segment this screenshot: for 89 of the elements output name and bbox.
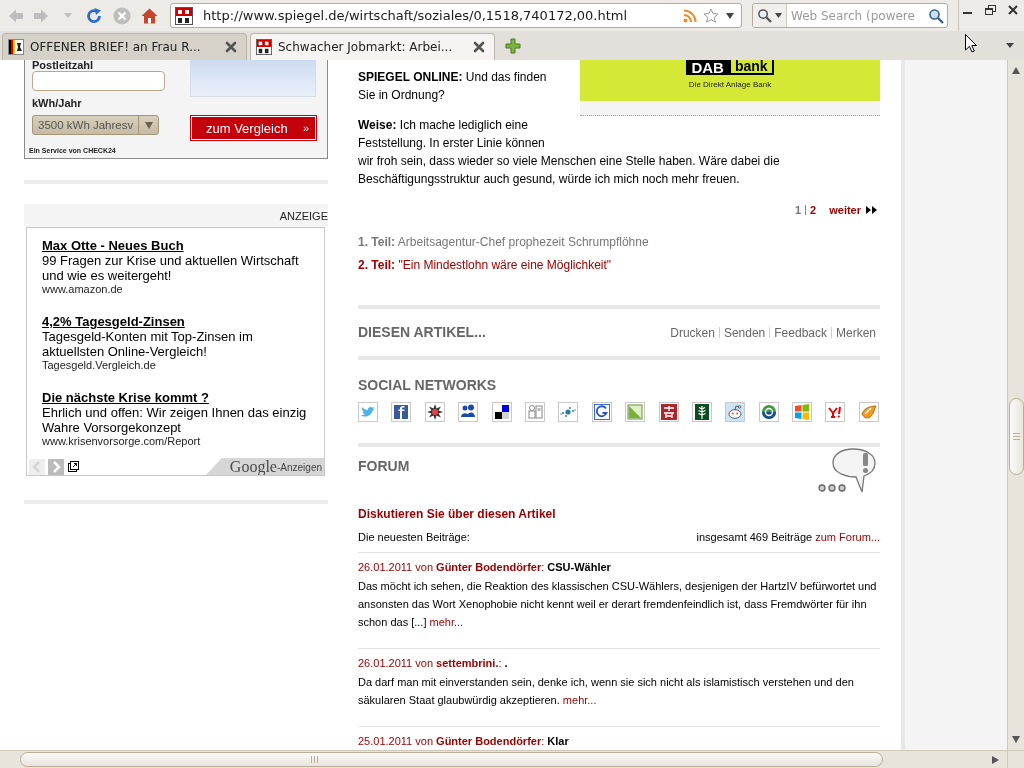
leaf-icon[interactable] [691,402,712,422]
forum-link[interactable]: zum Forum... [815,531,880,543]
search-icon[interactable] [928,7,944,24]
vertical-scrollbar[interactable] [1007,60,1024,750]
more-link[interactable]: mehr... [562,694,597,706]
ads-attribution-link[interactable]: Google-Anzeigen [205,458,324,475]
squares-icon[interactable] [491,402,512,422]
alien-head-icon[interactable] [725,402,746,422]
plus-icon[interactable] [505,38,521,54]
scroll-down-icon[interactable] [1012,736,1020,743]
article-action-link[interactable]: Drucken [670,325,715,340]
field-label: Postleitzahl [32,60,94,71]
section-heading: DIESEN ARTIKEL... [358,324,486,341]
starburst-icon[interactable] [424,402,445,422]
triangle-icon[interactable] [625,402,646,422]
article-action-link[interactable]: Senden [723,325,766,340]
scrollbar-thumb[interactable] [1008,398,1024,475]
caret-icon[interactable] [1006,43,1014,48]
browser-tab[interactable]: OFFENER BRIEF! an Frau R... [2,33,247,60]
ad-description: 99 Fragen zur Krise und aktuellen Wirtschaft und wie es weitergeht! [42,253,300,283]
interview-paragraph: Weise: Ich mache lediglich eine Feststellung. In erster Linie können wir froh sein, dass wieder so viele Menschen eine Stelle haben. Wäre dabei die Beschäftigungsstruktur auch gesund, würde ich mich noch mehr freuen. [358,117,781,188]
close-icon[interactable] [1008,5,1018,15]
post-excerpt: Da darf man mit einverstanden sein, denke ich, wenn sie sich nicht als islamistisch verstehen und den säkularen Staat glaubwürdig akzeptieren. mehr... [358,675,855,708]
postcode-field[interactable] [32,71,165,91]
ring-logo-icon[interactable] [758,402,779,422]
article-action-link[interactable]: Merken [836,325,876,340]
close-icon[interactable] [225,41,237,53]
banner-tagline: Die Direkt Anlage Bank [688,80,772,89]
popout-icon[interactable] [68,461,79,472]
more-link[interactable]: mehr... [429,616,464,628]
discuss-link[interactable]: Diskutieren Sie über diesen Artikel [358,506,556,522]
scrollbar-thumb[interactable] [20,752,883,767]
reload-icon[interactable] [86,7,102,24]
pattern-icon[interactable] [658,402,679,422]
caret-icon[interactable] [775,13,782,18]
browser-tab[interactable]: Schwacher Jobmarkt: Arbei... [250,33,495,60]
mouse-pointer-icon [965,34,977,53]
address-bar[interactable]: http://www.spiegel.de/wirtschaft/soziales/0,1518,740172,00.html [170,3,742,28]
g-logo-icon[interactable] [591,402,612,422]
seed-icon[interactable] [858,402,879,422]
ad-url-link[interactable]: Tagesgeld.Vergleich.de [42,359,156,372]
scroll-up-icon[interactable] [1012,67,1020,74]
next-page-link[interactable]: weiter [829,204,877,216]
ad-header: ANZEIGE [24,204,328,227]
ad-url-link[interactable]: www.krisenvorsorge.com/Report [42,435,201,448]
section-heading: FORUM [358,458,410,475]
horizontal-scrollbar[interactable] [0,750,1007,768]
ad-title-link[interactable]: Die nächste Krise kommt ? [42,390,209,405]
y-logo-icon[interactable] [825,402,846,422]
window-logo-icon[interactable] [792,402,813,422]
star-icon[interactable] [703,8,719,23]
magnifier-icon[interactable] [757,8,772,23]
post-count: insgesamt 469 Beiträge zum Forum... [696,530,880,544]
feed-icon[interactable] [683,8,697,23]
consumption-select[interactable]: 3500 kWh Jahresv [32,115,159,135]
section-heading: SOCIAL NETWORKS [358,377,497,394]
caret-icon[interactable] [726,12,734,19]
article-action-link[interactable]: Feedback [774,325,827,340]
ad-title-link[interactable]: Max Otte - Neues Buch [42,238,184,253]
post-byline: 25.01.2011 von Günter Bodendörfer: Klar [358,734,569,748]
ad-description: Tagesgeld-Konten mit Top-Zinsen im aktuellsten Online-Vergleich! [42,329,254,359]
scrollbar-corner [1007,750,1024,768]
double-arrow-icon [866,206,877,214]
article-part-link[interactable]: 2. Teil: "Ein Mindestlohn wäre eine Möglichkeit" [358,256,612,274]
page-link[interactable]: 1 [794,204,802,216]
compare-button[interactable]: zum Vergleich » [190,115,317,141]
f-logo-icon[interactable] [391,402,412,422]
site-logo-icon [175,6,193,25]
bank-logo: DAB bank [686,60,774,75]
post-byline: 26.01.2011 von settembrini.: . [358,656,508,670]
scroll-right-icon[interactable] [992,755,999,764]
site-logo-icon [256,39,272,55]
latest-posts-label: Die neuesten Beiträge: [358,530,470,544]
restore-icon[interactable] [985,5,996,15]
interview-paragraph: SPIEGEL ONLINE: Und das finden Sie in Ordnung? [358,69,548,104]
ad-description: Ehrlich und offen: Wir zeigen Ihnen das einzig Wahre Vorsorgekonzept [42,405,308,435]
people-icon[interactable] [458,402,479,422]
caret-icon [144,121,153,129]
ad-title-link[interactable]: 4,2% Tagesgeld-Zinsen [42,314,185,329]
striped-logo-icon [8,39,24,55]
close-icon[interactable] [473,41,485,53]
post-excerpt: Das möcht ich sehen, die Reaktion des klassischen CSU-Wählers, desjenigen der HartzIV befürwortet und ansonsten das Wort Xenophobie nicht kennt weil er derart fremdenfeindlich ist, dass Fremdwörter für ihn schon das [...] mehr... [358,579,878,630]
post-byline: 26.01.2011 von Günter Bodendörfer: CSU-Wähler [358,560,611,574]
home-icon[interactable] [141,7,158,24]
ad-url-link[interactable]: www.amazon.de [42,283,123,296]
article-part-link[interactable]: 1. Teil: Arbeitsagentur-Chef prophezeit Schrumpflöhne [358,233,649,251]
page-link[interactable]: 2 [810,204,817,216]
field-label: kWh/Jahr [32,97,82,109]
dots-icon[interactable] [558,402,579,422]
